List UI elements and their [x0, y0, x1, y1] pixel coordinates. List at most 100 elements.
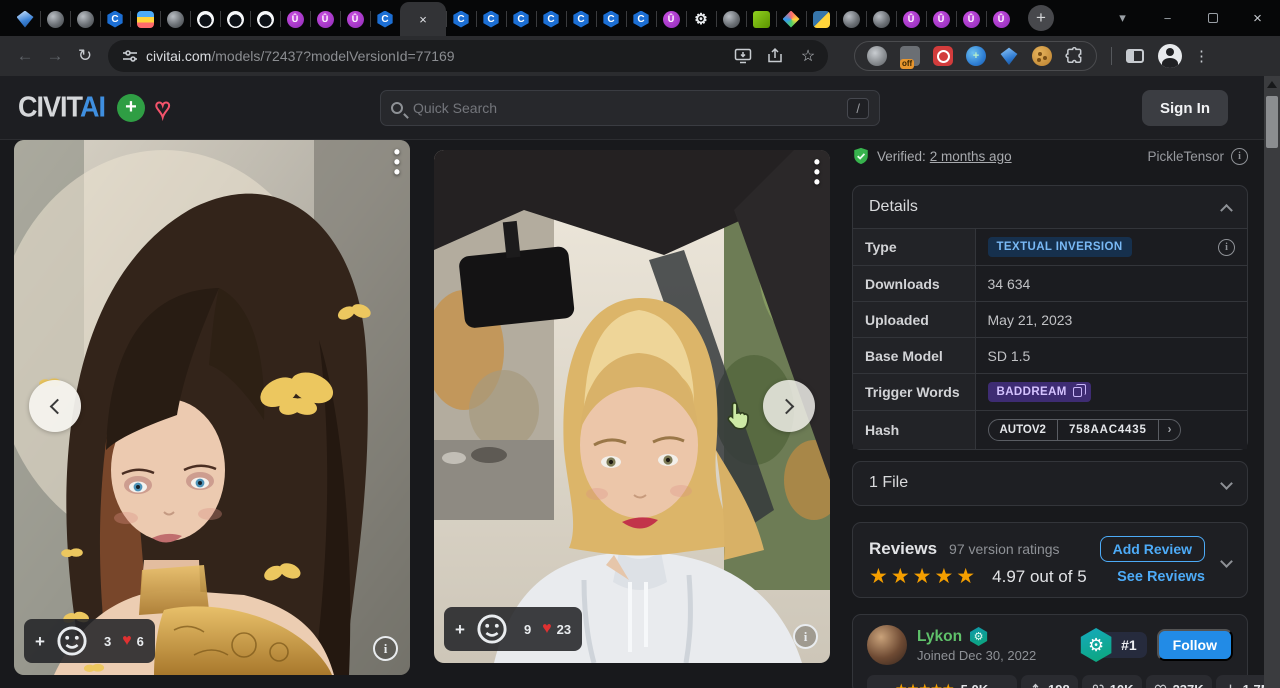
- pinned-tab-ubadge[interactable]: Û: [896, 2, 926, 36]
- carousel-next-button[interactable]: [763, 380, 815, 432]
- pinned-tab-ubadge[interactable]: Û: [280, 2, 310, 36]
- details-header[interactable]: Details: [853, 186, 1247, 228]
- search-input[interactable]: Quick Search /: [380, 90, 880, 126]
- pinned-tab-gear[interactable]: ⚙: [686, 2, 716, 36]
- pinned-tab-civitai[interactable]: C: [476, 2, 506, 36]
- pinned-tab-civitai[interactable]: C: [596, 2, 626, 36]
- pinned-tab-globe[interactable]: [160, 2, 190, 36]
- civitai-logo[interactable]: CIVITAI: [18, 91, 105, 124]
- mouse-cursor-hand: [723, 400, 755, 434]
- pinned-tab-ubadge[interactable]: Û: [986, 2, 1016, 36]
- pinned-tab-civitai[interactable]: C: [370, 2, 400, 36]
- format-info-icon[interactable]: i: [1231, 148, 1248, 165]
- ubadge-favicon-icon: Û: [287, 11, 304, 28]
- image-menu-icon[interactable]: •••: [394, 148, 400, 178]
- gear-favicon-icon: ⚙: [693, 11, 710, 28]
- pinned-tab-globe[interactable]: [836, 2, 866, 36]
- url-text[interactable]: civitai.com/models/72437?modelVersionId=…: [146, 48, 455, 64]
- pinned-tab-civitai[interactable]: C: [626, 2, 656, 36]
- hash-expand-chevron[interactable]: ›: [1158, 420, 1181, 440]
- active-tab[interactable]: ×: [400, 2, 446, 36]
- civitai-favicon-icon: C: [483, 11, 500, 28]
- pinned-tab-civitai[interactable]: C: [506, 2, 536, 36]
- address-bar[interactable]: civitai.com/models/72437?modelVersionId=…: [108, 40, 828, 72]
- pinned-tab-ubadge[interactable]: Û: [310, 2, 340, 36]
- tab-search-icon[interactable]: ▾: [1100, 0, 1145, 36]
- pinned-tab-github[interactable]: [190, 2, 220, 36]
- browser-profile-avatar[interactable]: [1158, 44, 1182, 68]
- pinned-tab-globe[interactable]: [716, 2, 746, 36]
- pinned-tab-github[interactable]: [250, 2, 280, 36]
- extension-globe-icon[interactable]: [867, 46, 887, 66]
- base-model-value: SD 1.5: [975, 338, 1247, 374]
- scrollbar-up-arrow[interactable]: [1267, 81, 1277, 88]
- share-icon[interactable]: [766, 47, 784, 65]
- scrollbar-thumb[interactable]: [1266, 96, 1278, 148]
- pinned-tab-gem[interactable]: [10, 2, 40, 36]
- pinned-tab-civitai[interactable]: C: [536, 2, 566, 36]
- install-icon[interactable]: [734, 47, 752, 65]
- extension-off-icon[interactable]: off: [900, 46, 920, 66]
- smiley-icon[interactable]: [476, 613, 508, 645]
- type-info-icon[interactable]: i: [1218, 239, 1235, 256]
- pinned-tab-nvidia[interactable]: [746, 2, 776, 36]
- pinned-tab-civitai[interactable]: C: [566, 2, 596, 36]
- bookmark-star-icon[interactable]: ☆: [798, 41, 818, 71]
- pinned-tab-civitai[interactable]: C: [446, 2, 476, 36]
- reload-button[interactable]: ↻: [70, 41, 100, 71]
- site-settings-icon[interactable]: [122, 48, 138, 64]
- pinned-tab-globe[interactable]: [70, 2, 100, 36]
- pinned-tab-globe[interactable]: [866, 2, 896, 36]
- pinned-tab-github[interactable]: [220, 2, 250, 36]
- pinned-tab-python[interactable]: [806, 2, 836, 36]
- add-reaction-plus-icon[interactable]: +: [455, 621, 465, 638]
- pinned-tab-prism[interactable]: [776, 2, 806, 36]
- image-info-icon[interactable]: i: [373, 636, 398, 661]
- extension-blue-globe-icon[interactable]: [966, 46, 986, 66]
- maximize-button[interactable]: [1190, 0, 1235, 36]
- extensions-puzzle-icon[interactable]: [1065, 47, 1084, 66]
- carousel-prev-button[interactable]: [29, 380, 81, 432]
- files-panel[interactable]: 1 File: [852, 461, 1248, 506]
- extension-red-o-icon[interactable]: [933, 46, 953, 66]
- tab-close-icon[interactable]: ×: [419, 12, 427, 27]
- thumbs-up-reaction[interactable]: 9: [519, 622, 531, 637]
- add-review-button[interactable]: Add Review: [1100, 536, 1205, 562]
- pinned-tab-ubadge[interactable]: Û: [340, 2, 370, 36]
- image-info-icon[interactable]: i: [793, 624, 818, 649]
- creator-likes-stat: 237K: [1146, 675, 1212, 688]
- tab-list[interactable]: CÛÛÛC×CCCCCCCÛ⚙ÛÛÛÛ: [10, 0, 1016, 36]
- heart-reaction[interactable]: ♥ 23: [542, 621, 571, 637]
- new-tab-button[interactable]: +: [1028, 5, 1054, 31]
- close-window-button[interactable]: ×: [1235, 0, 1280, 36]
- creator-avatar[interactable]: [867, 625, 907, 665]
- image-menu-icon[interactable]: •••: [814, 158, 820, 188]
- pinned-tab-ubadge[interactable]: Û: [656, 2, 686, 36]
- pinned-tab-civitai[interactable]: C: [100, 2, 130, 36]
- trigger-word-badge[interactable]: BADDREAM: [988, 382, 1091, 402]
- browser-menu-icon[interactable]: ⋮: [1194, 47, 1209, 65]
- page-scrollbar[interactable]: [1264, 76, 1280, 688]
- hash-pill[interactable]: AUTOV2 758AAC4435 ›: [988, 419, 1182, 441]
- favorites-heart-icon[interactable]: ♥: [155, 95, 170, 121]
- minimize-button[interactable]: −: [1145, 0, 1190, 36]
- pinned-tab-market[interactable]: [130, 2, 160, 36]
- smiley-icon[interactable]: [56, 625, 88, 657]
- extension-gem-icon[interactable]: [999, 46, 1019, 66]
- sign-in-button[interactable]: Sign In: [1142, 90, 1228, 126]
- verified-time-link[interactable]: 2 months ago: [930, 149, 1012, 164]
- see-reviews-link[interactable]: See Reviews: [1117, 569, 1205, 585]
- pinned-tab-ubadge[interactable]: Û: [926, 2, 956, 36]
- follow-button[interactable]: Follow: [1157, 629, 1233, 661]
- forward-button[interactable]: →: [40, 41, 70, 71]
- heart-reaction[interactable]: ♥ 6: [122, 633, 144, 649]
- pinned-tab-globe[interactable]: [40, 2, 70, 36]
- create-button[interactable]: +: [117, 94, 145, 122]
- side-panel-icon[interactable]: [1126, 49, 1144, 63]
- extension-cookie-icon[interactable]: [1032, 46, 1052, 66]
- thumbs-up-reaction[interactable]: 3: [99, 634, 111, 649]
- add-reaction-plus-icon[interactable]: +: [35, 633, 45, 650]
- back-button[interactable]: ←: [10, 41, 40, 71]
- creator-name-link[interactable]: Lykon: [917, 628, 962, 646]
- pinned-tab-ubadge[interactable]: Û: [956, 2, 986, 36]
